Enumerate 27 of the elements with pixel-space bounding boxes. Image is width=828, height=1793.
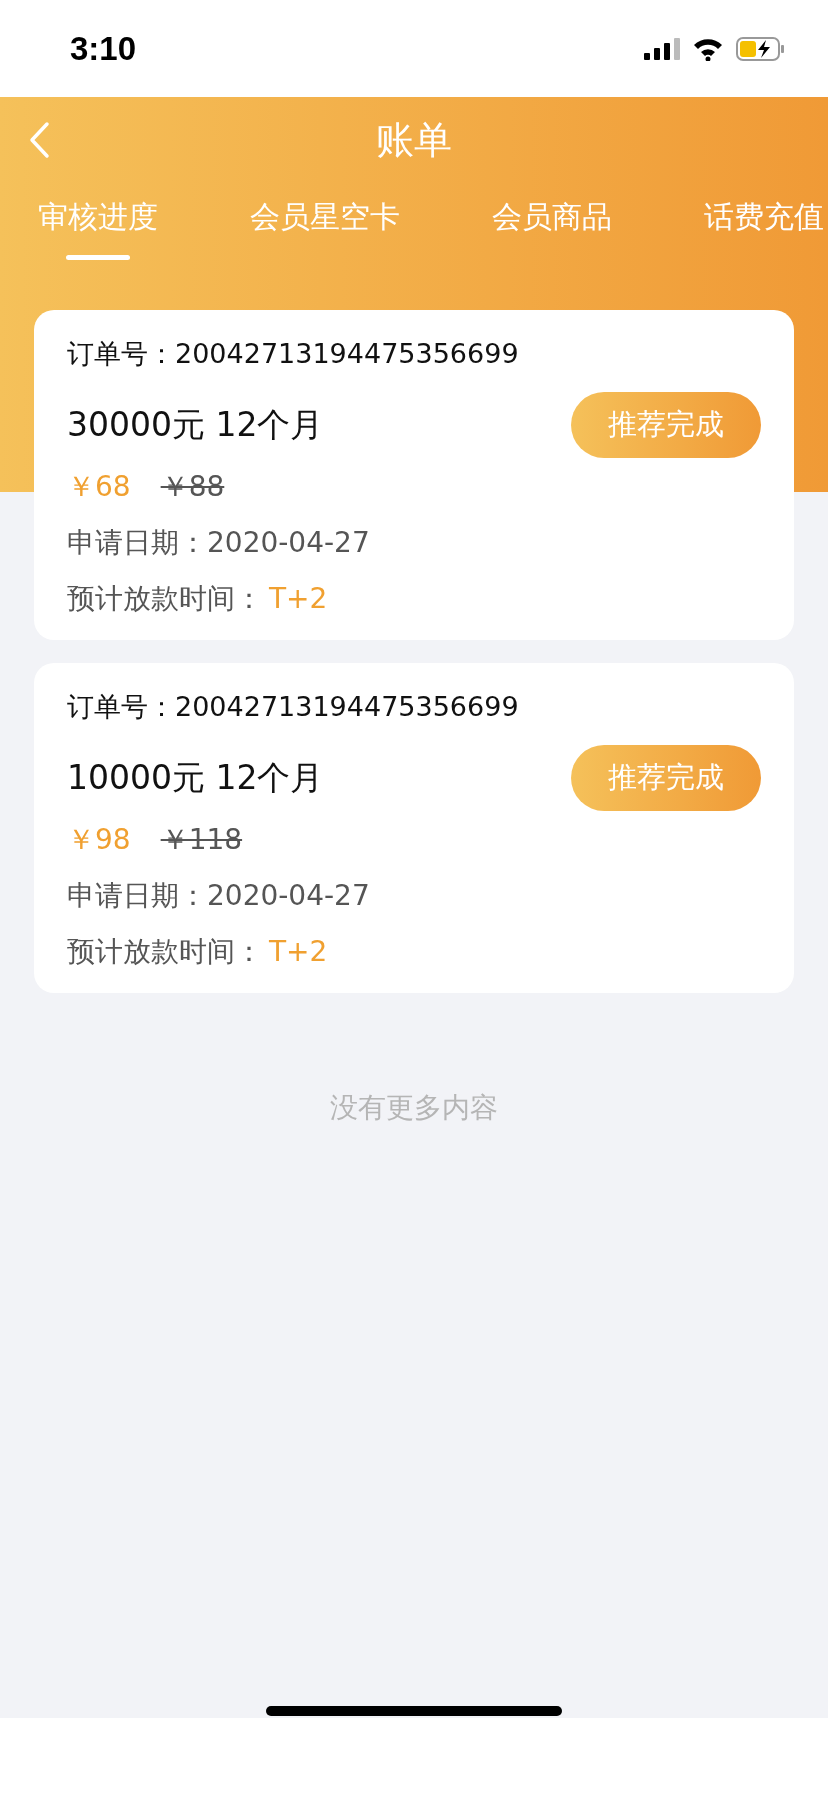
plan-text: 30000元 12个月 xyxy=(67,403,324,446)
end-note: 没有更多内容 xyxy=(330,1090,498,1126)
tab[interactable]: 会员星空卡 xyxy=(250,197,400,260)
payout-time: T+2 xyxy=(269,582,328,615)
status-time: 3:10 xyxy=(70,29,137,68)
payout-label: 预计放款时间： xyxy=(67,935,263,968)
tab[interactable]: 审核进度 xyxy=(38,197,158,260)
plan-text: 10000元 12个月 xyxy=(67,756,324,799)
payout-label: 预计放款时间： xyxy=(67,582,263,615)
price: ￥98 xyxy=(67,822,131,858)
tab[interactable]: 会员商品 xyxy=(492,197,612,260)
payout-time: T+2 xyxy=(269,935,328,968)
apply-date: 申请日期：2020-04-27 xyxy=(67,526,370,559)
battery-icon xyxy=(736,36,786,61)
price: ￥68 xyxy=(67,469,131,505)
original-price: ￥118 xyxy=(160,822,243,858)
page-title: 账单 xyxy=(376,116,452,164)
status-button[interactable]: 推荐完成 xyxy=(571,745,761,811)
order-number: 订单号：20042713194475356699 xyxy=(67,338,519,369)
order-number: 订单号：20042713194475356699 xyxy=(67,691,519,722)
tab[interactable]: 话费充值 xyxy=(704,197,824,260)
apply-date: 申请日期：2020-04-27 xyxy=(67,879,370,912)
status-button[interactable]: 推荐完成 xyxy=(571,392,761,458)
wifi-icon xyxy=(692,36,724,61)
original-price: ￥88 xyxy=(160,469,225,505)
back-button[interactable] xyxy=(28,121,50,159)
signal-icon xyxy=(644,37,680,60)
